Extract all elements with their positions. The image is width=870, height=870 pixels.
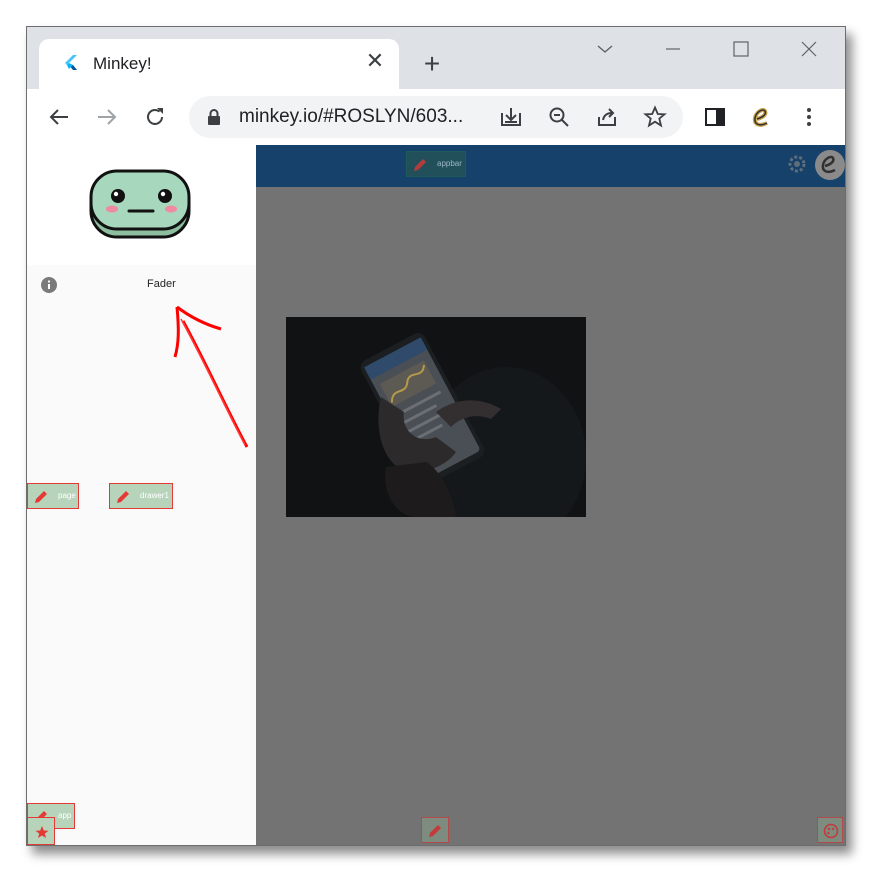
url-text: minkey.io/#ROSLYN/603... xyxy=(239,106,464,127)
arrow-right-icon xyxy=(98,109,117,125)
flutter-icon xyxy=(65,55,77,70)
chevron-down-icon xyxy=(597,45,613,53)
edit-drawer-label: drawer1 xyxy=(140,491,169,500)
info-icon[interactable] xyxy=(41,277,57,293)
pencil-icon xyxy=(414,159,426,171)
close-icon xyxy=(801,41,817,57)
favorite-badge[interactable] xyxy=(27,817,55,845)
pencil-icon xyxy=(429,825,441,837)
address-bar[interactable]: minkey.io/#ROSLYN/603... xyxy=(189,96,683,138)
settings-cog-icon[interactable] xyxy=(786,153,808,175)
maximize-button[interactable] xyxy=(719,31,763,67)
page-body-scrim[interactable]: appbar xyxy=(256,145,845,845)
palette-icon xyxy=(823,823,839,839)
arrow-left-icon xyxy=(49,109,68,125)
close-tab-icon[interactable]: ✕ xyxy=(363,49,387,73)
minimize-icon xyxy=(666,48,680,50)
edit-page-badge[interactable]: page xyxy=(27,483,79,509)
new-tab-button[interactable]: + xyxy=(417,49,447,79)
edit-body-badge[interactable] xyxy=(421,817,449,843)
pencil-icon xyxy=(117,491,129,503)
tab-title: Minkey! xyxy=(93,54,152,73)
star-icon[interactable] xyxy=(643,105,667,129)
minimize-button[interactable] xyxy=(651,31,695,67)
extension-e-icon xyxy=(752,108,768,127)
app-bar: appbar xyxy=(256,145,845,187)
browser-tab[interactable]: Minkey! ✕ xyxy=(39,39,399,89)
edit-drawer-badge[interactable]: drawer1 xyxy=(109,483,173,509)
browser-toolbar: minkey.io/#ROSLYN/603... xyxy=(27,89,845,146)
extension-button[interactable] xyxy=(743,99,779,135)
edit-appbar-badge[interactable]: appbar xyxy=(406,151,466,177)
zoom-out-icon[interactable] xyxy=(547,105,571,129)
more-vertical-icon xyxy=(807,108,811,126)
drawer-item-fader[interactable]: Fader xyxy=(147,278,176,290)
tab-search-button[interactable] xyxy=(583,31,627,67)
photo-illustration xyxy=(286,317,586,517)
lock-icon xyxy=(208,109,220,125)
star-icon xyxy=(35,826,49,838)
edit-app-label: app xyxy=(58,811,72,820)
edit-appbar-label: appbar xyxy=(437,159,462,168)
account-avatar-icon[interactable] xyxy=(815,150,845,180)
reload-icon xyxy=(147,108,163,125)
reload-button[interactable] xyxy=(137,99,173,135)
back-button[interactable] xyxy=(41,99,77,135)
install-app-icon[interactable] xyxy=(499,105,523,129)
edit-page-label: page xyxy=(58,491,76,500)
annotation-arrow xyxy=(173,305,249,448)
minkey-mascot-logo xyxy=(89,169,191,239)
drawer-header xyxy=(27,145,256,265)
tab-strip: Minkey! ✕ + xyxy=(27,27,845,89)
close-window-button[interactable] xyxy=(787,31,831,67)
pencil-icon xyxy=(35,491,47,503)
side-panel-button[interactable] xyxy=(697,99,733,135)
browser-window: Minkey! ✕ + minkey.io/#ROSLYN/603... Fad… xyxy=(26,26,846,846)
browser-menu-button[interactable] xyxy=(791,99,827,135)
navigation-drawer: Fader page drawer1 app xyxy=(27,145,257,845)
hero-image-hand-holding-phone xyxy=(286,317,586,517)
theme-palette-badge[interactable] xyxy=(817,817,843,843)
side-panel-icon xyxy=(705,108,725,126)
forward-button[interactable] xyxy=(89,99,125,135)
maximize-icon xyxy=(733,41,749,57)
share-icon[interactable] xyxy=(595,105,619,129)
